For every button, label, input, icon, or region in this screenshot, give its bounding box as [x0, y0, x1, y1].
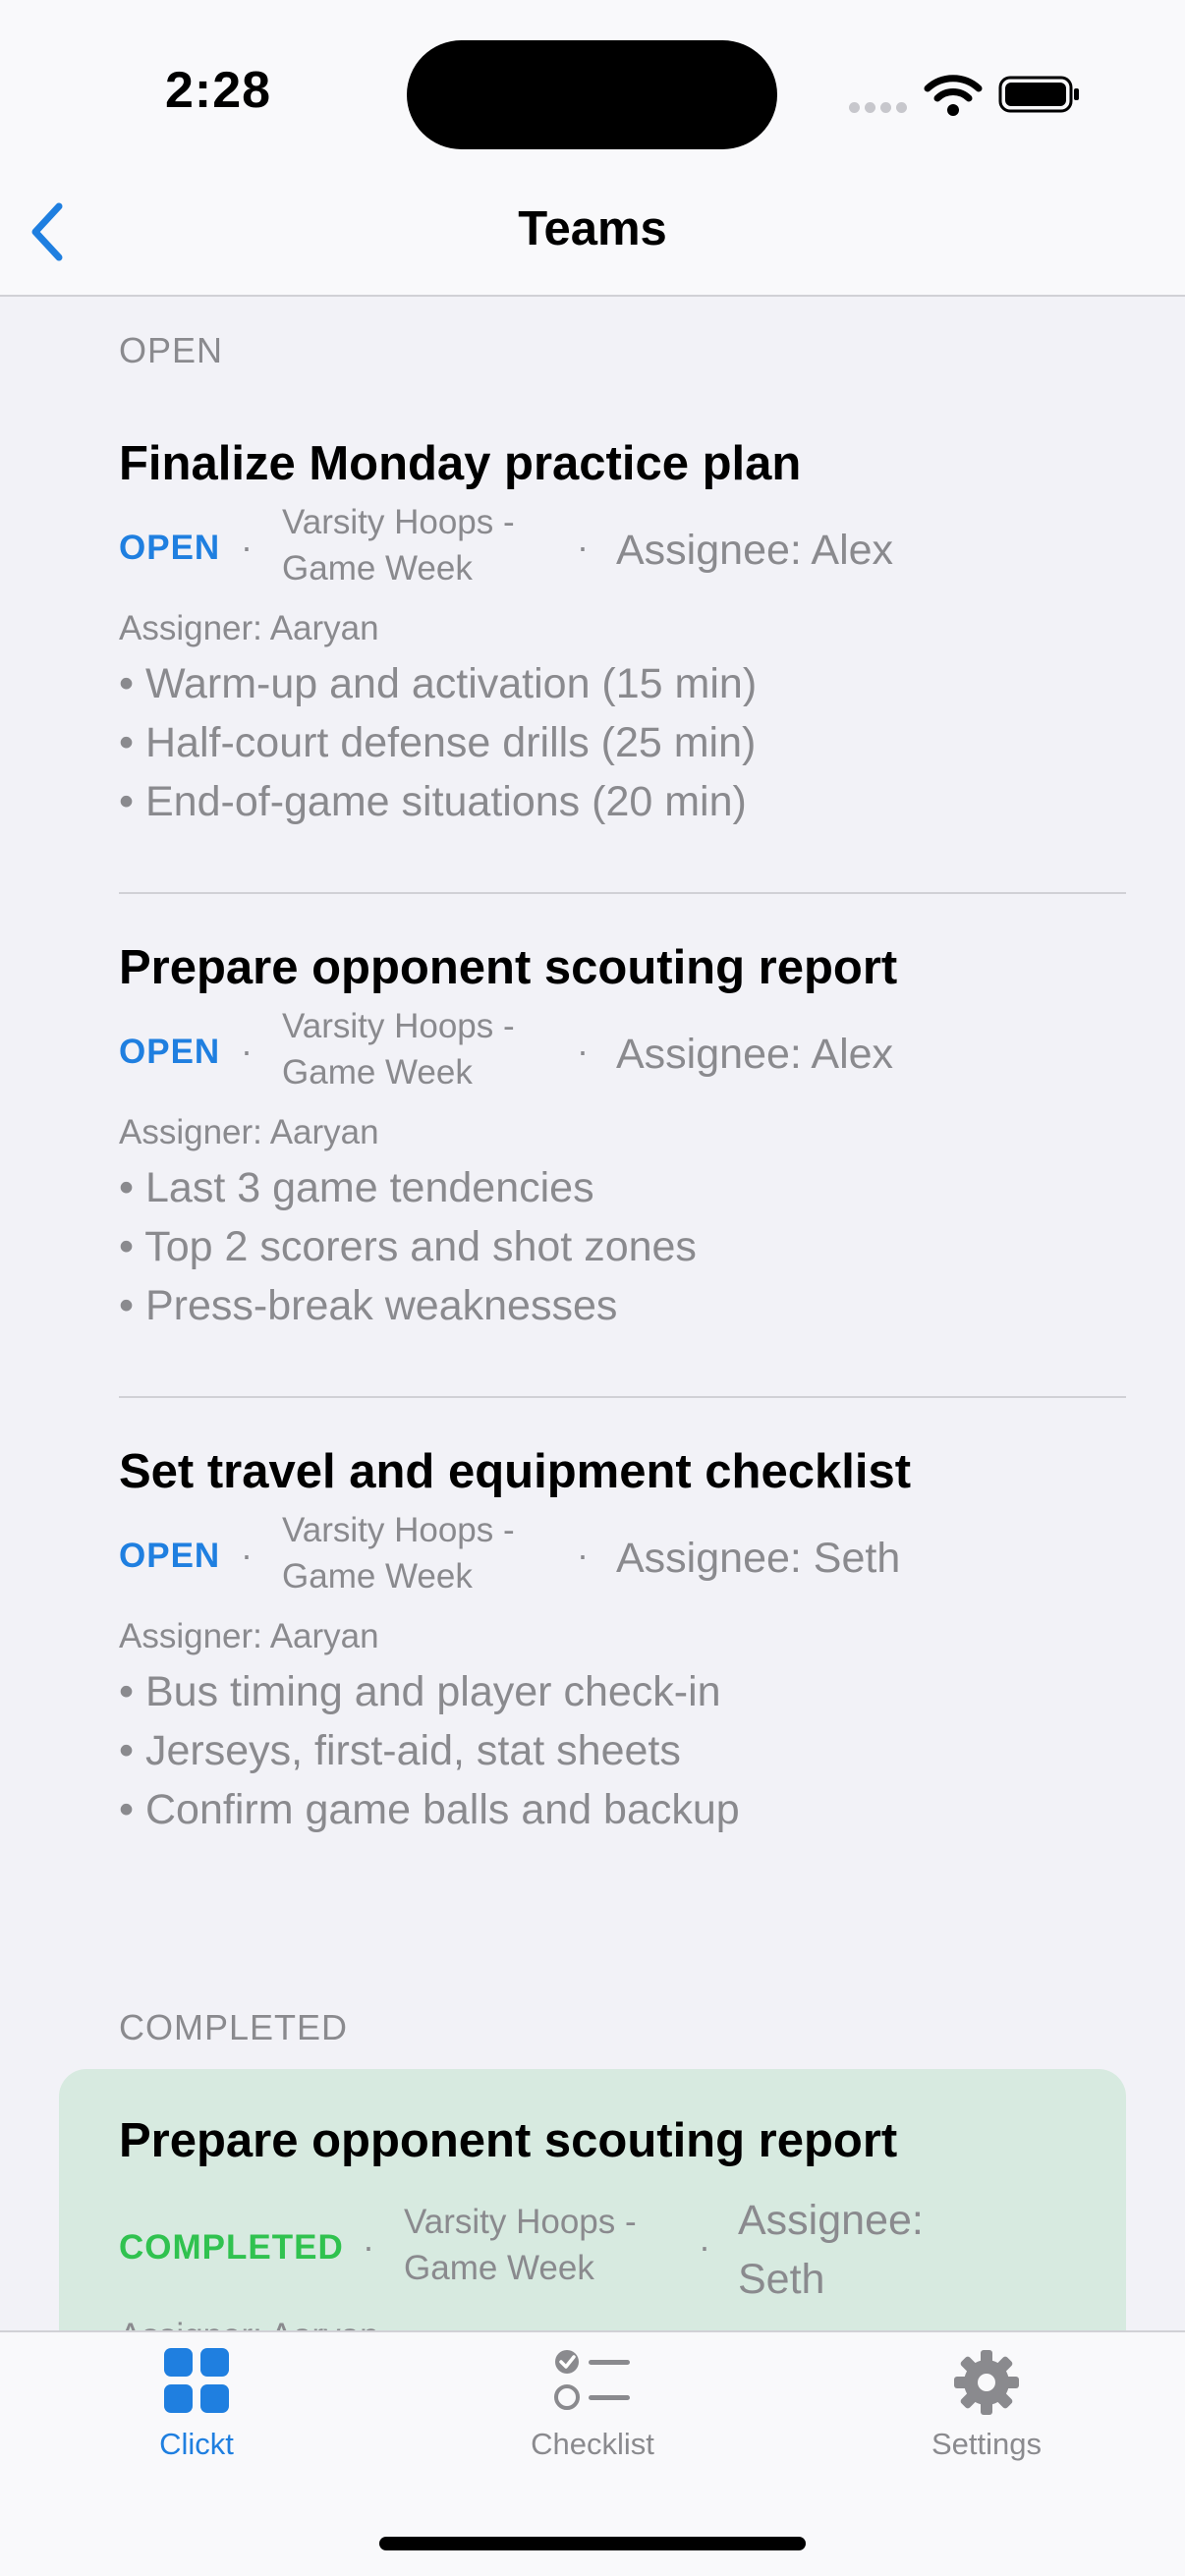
wifi-icon	[924, 75, 983, 116]
dynamic-island	[407, 40, 777, 149]
checklist-icon	[554, 2350, 630, 2410]
task-item[interactable]: Prepare opponent scouting report OPEN · …	[119, 940, 1126, 1353]
tab-checklist[interactable]: Checklist	[475, 2348, 710, 2476]
separator-dot: ·	[577, 527, 589, 567]
task-notes: • Warm-up and activation (15 min) • Half…	[119, 654, 757, 831]
note-line: • Warm-up and activation (15 min)	[119, 660, 758, 707]
tab-label: Clickt	[159, 2427, 234, 2461]
task-notes: • Last 3 game tendencies • Top 2 scorers…	[119, 1158, 697, 1335]
tab-label: Settings	[931, 2427, 1042, 2461]
status-badge: OPEN	[119, 1033, 221, 1071]
separator-dot: ·	[241, 1031, 253, 1071]
status-badge: COMPLETED	[119, 2228, 344, 2267]
task-title: Prepare opponent scouting report	[119, 2114, 898, 2167]
note-line: • Bus timing and player check-in	[119, 1668, 721, 1715]
assigner-label: Assigner: Aaryan	[119, 609, 379, 647]
separator-dot: ·	[241, 1535, 253, 1575]
divider	[119, 1396, 1126, 1398]
separator-dot: ·	[241, 527, 253, 567]
task-title: Finalize Monday practice plan	[119, 437, 802, 490]
note-line: • Jerseys, first-aid, stat sheets	[119, 1727, 681, 1774]
note-line: • Half-court defense drills (25 min)	[119, 719, 757, 766]
team-name: Varsity Hoops - Game Week	[282, 503, 515, 588]
separator-dot: ·	[363, 2226, 374, 2267]
note-line: • Press-break weaknesses	[119, 1282, 618, 1329]
team-name: Varsity Hoops - Game Week	[282, 1511, 515, 1596]
status-badge: OPEN	[119, 529, 221, 567]
gear-icon	[954, 2350, 1019, 2415]
note-line: • End-of-game situations (20 min)	[119, 778, 747, 825]
note-line: • Top 2 scorers and shot zones	[119, 1223, 697, 1270]
assignee-label: Assignee: Alex	[616, 1031, 894, 1078]
tab-clickt[interactable]: Clickt	[79, 2348, 314, 2476]
open-section-header: OPEN	[119, 330, 224, 370]
tab-label: Checklist	[531, 2427, 654, 2461]
assigner-label: Assigner: Aaryan	[119, 1113, 379, 1151]
separator-dot: ·	[577, 1031, 589, 1071]
status-badge: OPEN	[119, 1537, 221, 1575]
assignee-label: Assignee: Seth	[616, 1535, 901, 1582]
task-notes: • Bus timing and player check-in • Jerse…	[119, 1662, 740, 1839]
page-title: Teams	[518, 202, 667, 255]
battery-icon	[998, 76, 1079, 113]
assigner-label: Assigner: Aaryan	[119, 1617, 379, 1655]
assignee-label: Assignee: Seth	[738, 2197, 924, 2303]
team-name: Varsity Hoops - Game Week	[282, 1007, 515, 1092]
tab-settings[interactable]: Settings	[869, 2348, 1104, 2476]
note-line: • Last 3 game tendencies	[119, 1164, 594, 1211]
task-item[interactable]: Finalize Monday practice plan OPEN · Var…	[119, 436, 1126, 849]
completed-section-header: COMPLETED	[119, 2007, 349, 2047]
home-indicator	[379, 2537, 806, 2550]
grid-icon	[164, 2348, 229, 2413]
separator-dot: ·	[577, 1535, 589, 1575]
task-item[interactable]: Set travel and equipment checklist OPEN …	[119, 1444, 1126, 1857]
status-time: 2:28	[165, 62, 272, 119]
team-name: Varsity Hoops - Game Week	[404, 2203, 637, 2287]
note-line: • Confirm game balls and backup	[119, 1786, 740, 1833]
assignee-label: Assignee: Alex	[616, 527, 894, 574]
task-title: Prepare opponent scouting report	[119, 941, 898, 994]
task-title: Set travel and equipment checklist	[119, 1445, 912, 1498]
divider	[119, 892, 1126, 894]
cellular-signal-icon	[849, 102, 908, 116]
separator-dot: ·	[699, 2226, 710, 2267]
